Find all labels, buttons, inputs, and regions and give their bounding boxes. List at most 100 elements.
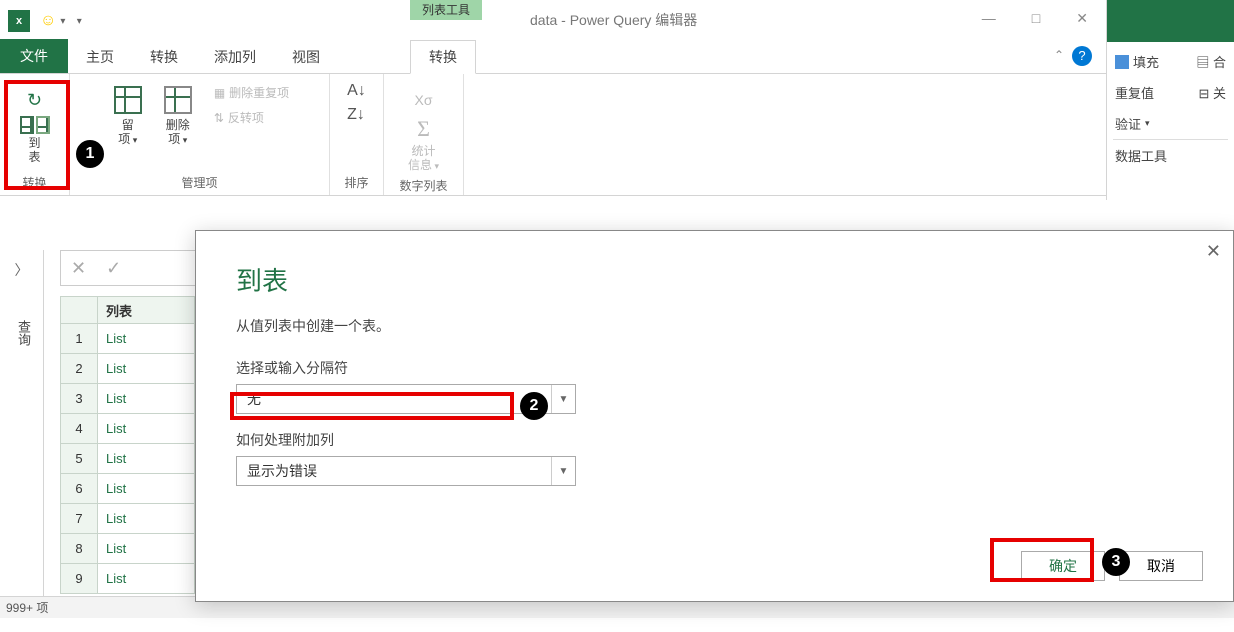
annotation-badge-3: 3 <box>1102 548 1130 576</box>
tab-transform[interactable]: 转换 <box>132 41 196 73</box>
remove-label-2: 项 <box>168 132 180 146</box>
table-row[interactable]: 8List <box>60 534 195 564</box>
dialog-title: 到表 <box>236 261 1193 298</box>
keep-table-icon <box>114 86 142 114</box>
group-numeric-label: 数字列表 <box>399 175 447 196</box>
row-number[interactable]: 2 <box>60 354 98 384</box>
group-manage-label: 管理项 <box>181 172 217 193</box>
cell-value[interactable]: List <box>98 474 195 504</box>
row-number[interactable]: 3 <box>60 384 98 414</box>
expand-queries-icon[interactable]: 〉 <box>15 260 29 280</box>
keep-label-1: 留 <box>122 118 134 132</box>
peek-validate: 验证 ▾ <box>1113 108 1228 139</box>
group-sort: A↓ Z↓ 排序 <box>330 74 384 195</box>
delimiter-dropdown-icon[interactable]: ▼ <box>551 385 575 413</box>
maximize-button[interactable]: □ <box>1026 6 1046 31</box>
table-row[interactable]: 9List <box>60 564 195 594</box>
table-row[interactable]: 6List <box>60 474 195 504</box>
extra-cols-combo[interactable]: 显示为错误 ▼ <box>236 456 576 486</box>
cell-value[interactable]: List <box>98 444 195 474</box>
delimiter-label: 选择或输入分隔符 <box>236 358 1193 378</box>
peek-tools: 数据工具 <box>1113 139 1228 171</box>
table-row[interactable]: 7List <box>60 504 195 534</box>
smiley-icon[interactable]: ☺ <box>40 12 56 30</box>
stats-label-2: 信息 <box>408 158 432 172</box>
cell-value[interactable]: List <box>98 504 195 534</box>
sort-desc-icon[interactable]: Z↓ <box>347 106 365 124</box>
dialog-close-icon[interactable]: ✕ <box>1206 241 1221 262</box>
annotation-badge-2: 2 <box>520 392 548 420</box>
tab-file[interactable]: 文件 <box>0 39 68 73</box>
group-sort-label: 排序 <box>344 172 368 193</box>
row-number[interactable]: 1 <box>60 324 98 354</box>
reverse-icon: ⇅ <box>214 111 224 125</box>
to-table-label-1: 到 <box>28 136 40 150</box>
remove-items-button[interactable]: 删除项 ▾ <box>156 82 200 149</box>
reverse-button[interactable]: ⇅ 反转项 <box>210 107 293 128</box>
qat-dropdown-icon[interactable]: ▾ <box>60 16 65 27</box>
annotation-badge-1: 1 <box>76 140 104 168</box>
titlebar: x ☺ ▾ ⠀▾ 列表工具 data - Power Query 编辑器 — □… <box>0 0 1234 42</box>
row-number[interactable]: 9 <box>60 564 98 594</box>
stats-label-1: 统计 <box>411 144 435 158</box>
table-icon <box>20 116 34 134</box>
row-number[interactable]: 8 <box>60 534 98 564</box>
remove-label-1: 删除 <box>166 118 190 132</box>
row-number[interactable]: 6 <box>60 474 98 504</box>
reverse-label: 反转项 <box>228 109 264 126</box>
grid-corner[interactable] <box>60 296 98 324</box>
qat-separator: ⠀▾ <box>69 16 81 27</box>
group-numeric: Xσ Σ 统计信息 ▾ 数字列表 <box>384 74 464 195</box>
cell-value[interactable]: List <box>98 564 195 594</box>
statistics-button[interactable]: Xσ Σ 统计信息 ▾ <box>402 82 446 175</box>
extra-cols-dropdown-icon[interactable]: ▼ <box>551 457 575 485</box>
dup-icon: ▦ <box>214 86 225 100</box>
delimiter-value: 无 <box>237 389 551 409</box>
remove-dropdown-icon: ▾ <box>180 135 187 145</box>
minimize-button[interactable]: — <box>976 6 1002 31</box>
cell-value[interactable]: List <box>98 354 195 384</box>
stats-dropdown-icon: ▾ <box>432 161 439 171</box>
tab-add-column[interactable]: 添加列 <box>196 41 274 73</box>
tab-home[interactable]: 主页 <box>68 41 132 73</box>
table-row[interactable]: 3List <box>60 384 195 414</box>
sort-asc-icon[interactable]: A↓ <box>347 82 366 100</box>
remove-duplicates-button[interactable]: ▦ 删除重复项 <box>210 82 293 103</box>
item-count: 999+ 项 <box>6 599 48 616</box>
ok-button[interactable]: 确定 <box>1021 551 1105 581</box>
ribbon: ↻ 到表 转换 留项 ▾ 删除项 ▾ ▦删除重复项 ⇅反转项 管理项 <box>0 74 1234 196</box>
table-row[interactable]: 5List <box>60 444 195 474</box>
cell-value[interactable]: List <box>98 384 195 414</box>
row-number[interactable]: 7 <box>60 504 98 534</box>
fill-icon <box>1115 55 1129 69</box>
cell-value[interactable]: List <box>98 324 195 354</box>
table-row[interactable]: 2List <box>60 354 195 384</box>
column-header[interactable]: 列表 <box>98 296 195 324</box>
cancel-button[interactable]: 取消 <box>1119 551 1203 581</box>
extra-cols-value: 显示为错误 <box>237 461 551 481</box>
remove-dup-label: 删除重复项 <box>229 84 289 101</box>
window-controls: — □ ✕ <box>976 6 1094 31</box>
app-icon: x <box>8 10 30 32</box>
table-row[interactable]: 4List <box>60 414 195 444</box>
queries-label: 查询 <box>14 320 33 346</box>
row-number[interactable]: 5 <box>60 444 98 474</box>
xsigma-icon: Xσ <box>415 92 433 108</box>
dialog-description: 从值列表中创建一个表。 <box>236 316 1193 336</box>
keep-items-button[interactable]: 留项 ▾ <box>106 82 150 149</box>
tab-list-transform[interactable]: 转换 <box>410 40 476 74</box>
table-row[interactable]: 1List <box>60 324 195 354</box>
cell-value[interactable]: List <box>98 414 195 444</box>
help-icon[interactable]: ? <box>1072 46 1092 66</box>
close-window-button[interactable]: ✕ <box>1070 6 1094 31</box>
tab-view[interactable]: 视图 <box>274 41 338 73</box>
queries-pane-collapsed[interactable]: 〉 查询 <box>0 250 44 610</box>
formula-cancel-icon[interactable]: ✕ <box>61 258 96 279</box>
formula-confirm-icon[interactable]: ✓ <box>96 258 131 279</box>
row-number[interactable]: 4 <box>60 414 98 444</box>
to-table-button[interactable]: ↻ 到表 <box>13 82 57 166</box>
collapse-ribbon-icon[interactable]: ⌃ <box>1054 48 1064 62</box>
window-title: data - Power Query 编辑器 <box>530 10 697 30</box>
peek-fill: 填充▤ 合 <box>1113 46 1228 77</box>
cell-value[interactable]: List <box>98 534 195 564</box>
